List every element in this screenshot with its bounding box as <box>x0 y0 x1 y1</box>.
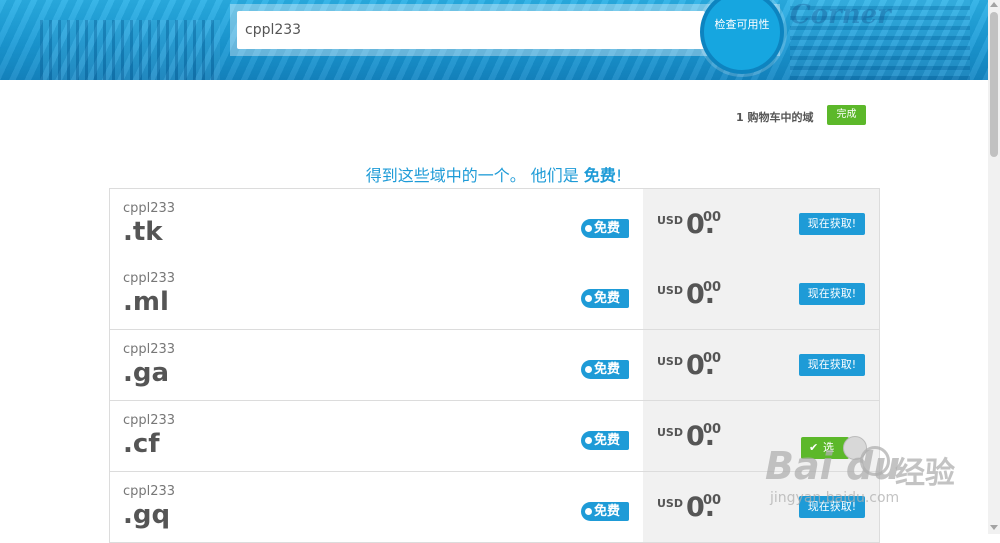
done-button[interactable]: 完成 <box>827 105 866 125</box>
scroll-down-arrow-icon[interactable] <box>990 525 998 530</box>
price-cell: USD 0. 00 现在获取! <box>643 259 880 330</box>
domain-tld: .ml <box>123 287 169 317</box>
domain-info-cell: cppl233 .cf 免费 <box>109 401 644 472</box>
offer-free-word: 免费 <box>583 166 616 185</box>
offer-text: 得到这些域中的一个。 他们是 <box>365 166 579 185</box>
free-badge: 免费 <box>581 219 629 238</box>
domain-tld: .cf <box>123 429 160 459</box>
currency-label: USD <box>657 284 683 297</box>
free-badge: 免费 <box>581 360 629 379</box>
domain-name: cppl233 <box>123 413 176 428</box>
free-offer-heading: 得到这些域中的一个。 他们是 免费! <box>0 162 988 186</box>
free-badge-label: 免费 <box>594 433 621 448</box>
domain-name: cppl233 <box>123 484 176 499</box>
free-badge-label: 免费 <box>594 291 621 306</box>
price-cents: 00 <box>703 351 722 366</box>
price-cents: 00 <box>703 210 722 225</box>
price-cents: 00 <box>703 493 722 508</box>
free-badge-label: 免费 <box>594 221 621 236</box>
free-badge: 免费 <box>581 289 629 308</box>
badge-dot-icon <box>585 295 592 302</box>
banner-texture-left <box>40 20 220 80</box>
domain-tld: .gq <box>123 500 171 530</box>
free-badge-label: 免费 <box>594 504 621 519</box>
page-scrollbar[interactable] <box>988 0 1000 534</box>
check-availability-label: 检查可用性 <box>714 18 770 31</box>
price-cell: USD 0. 00 现在获取! <box>643 188 880 260</box>
domain-info-cell: cppl233 .ml 免费 <box>109 259 644 330</box>
domain-name: cppl233 <box>123 201 176 216</box>
offer-suffix: ! <box>615 166 623 185</box>
get-now-button[interactable]: 现在获取! <box>799 213 865 235</box>
banner-sign-text: Corner <box>790 0 891 30</box>
badge-dot-icon <box>585 437 592 444</box>
get-now-button[interactable]: 现在获取! <box>799 283 865 305</box>
badge-dot-icon <box>585 366 592 373</box>
domain-tld: .tk <box>123 217 163 247</box>
domain-info-cell: cppl233 .ga 免费 <box>109 330 644 401</box>
domain-row-ml: cppl233 .ml 免费 USD 0. 00 现在获取! <box>109 259 880 330</box>
free-badge: 免费 <box>581 502 629 521</box>
scroll-up-arrow-icon[interactable] <box>990 2 998 7</box>
domain-info-cell: cppl233 .tk 免费 <box>109 188 644 260</box>
watermark-cn: 经验 <box>895 456 955 491</box>
free-badge-label: 免费 <box>594 362 621 377</box>
watermark-url: jingyan.baidu.com <box>770 490 900 506</box>
domain-row-tk: cppl233 .tk 免费 USD 0. 00 现在获取! <box>109 188 880 260</box>
currency-label: USD <box>657 497 683 510</box>
domain-search-input[interactable] <box>237 11 705 49</box>
free-badge: 免费 <box>581 431 629 450</box>
domain-row-ga: cppl233 .ga 免费 USD 0. 00 现在获取! <box>109 330 880 401</box>
cart-status-text: 1 购物车中的域 <box>736 111 814 124</box>
currency-label: USD <box>657 214 683 227</box>
badge-dot-icon <box>585 508 592 515</box>
currency-label: USD <box>657 355 683 368</box>
price-cents: 00 <box>703 280 722 295</box>
domain-info-cell: cppl233 .gq 免费 <box>109 472 644 543</box>
hero-banner: Corner 检查可用性 <box>0 0 988 80</box>
price-cents: 00 <box>703 422 722 437</box>
domain-name: cppl233 <box>123 342 176 357</box>
scroll-thumb[interactable] <box>990 12 998 157</box>
get-now-button[interactable]: 现在获取! <box>799 354 865 376</box>
domain-name: cppl233 <box>123 271 176 286</box>
price-cell: USD 0. 00 现在获取! <box>643 330 880 401</box>
badge-dot-icon <box>585 225 592 232</box>
baidu-paw-icon <box>860 446 890 476</box>
currency-label: USD <box>657 426 683 439</box>
domain-tld: .ga <box>123 358 170 388</box>
